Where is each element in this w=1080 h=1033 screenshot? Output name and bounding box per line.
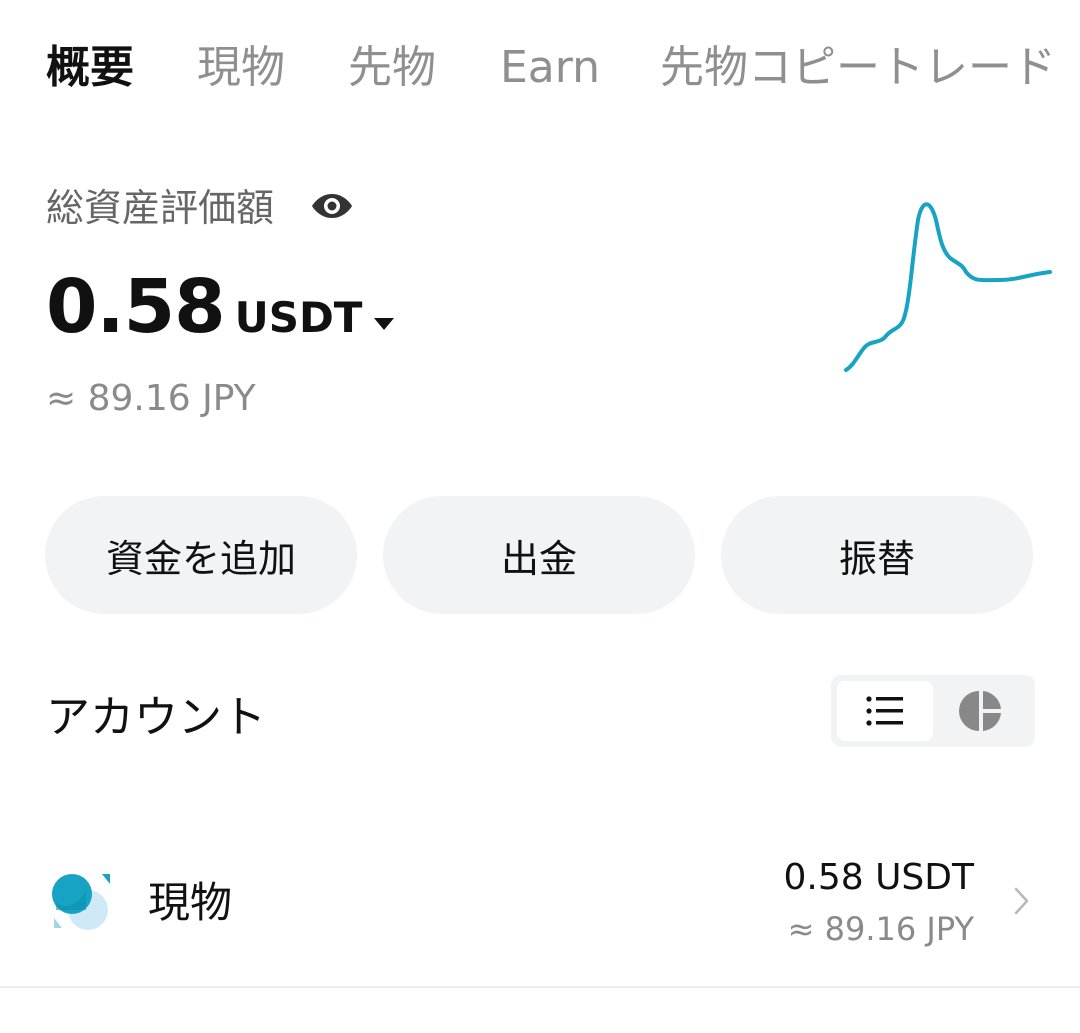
currency-selector[interactable]: USDT: [235, 293, 363, 342]
total-assets-label: 総資産評価額: [46, 186, 275, 230]
list-icon: [866, 696, 903, 726]
spot-account-icon: [52, 874, 110, 930]
balance-amount: 0.58: [46, 264, 226, 350]
divider: [0, 986, 1080, 988]
tab-copy-trade[interactable]: 先物コピートレード: [660, 40, 1056, 96]
account-row-spot[interactable]: 現物 0.58 USDT ≈ 89.16 JPY: [0, 830, 1080, 980]
pie-chart-icon: [959, 691, 1001, 731]
account-value: 0.58 USDT: [783, 857, 974, 898]
accounts-section-title: アカウント: [46, 692, 266, 743]
chevron-right-icon: [1014, 887, 1029, 915]
tab-spot[interactable]: 現物: [197, 40, 285, 96]
withdraw-button[interactable]: 出金: [383, 496, 695, 614]
account-name: 現物: [148, 878, 233, 927]
account-jpy-approx: ≈ 89.16 JPY: [787, 910, 974, 948]
balance-sparkline: [844, 202, 1052, 372]
tab-futures[interactable]: 先物: [348, 40, 436, 96]
tab-earn[interactable]: Earn: [500, 40, 600, 96]
transfer-button[interactable]: 振替: [721, 496, 1033, 614]
top-tab-bar: 概要 現物 先物 Earn 先物コピートレード: [0, 0, 1080, 140]
caret-down-icon[interactable]: [374, 317, 395, 330]
chart-view-button[interactable]: [933, 681, 1029, 741]
view-mode-toggle: [831, 675, 1035, 747]
list-view-button[interactable]: [837, 681, 933, 741]
tab-overview[interactable]: 概要: [46, 40, 134, 96]
eye-icon[interactable]: [311, 188, 353, 224]
balance-jpy-approx: ≈ 89.16 JPY: [46, 378, 256, 419]
balance-display: 0.58 USDT: [46, 262, 395, 352]
add-funds-button[interactable]: 資金を追加: [45, 496, 357, 614]
